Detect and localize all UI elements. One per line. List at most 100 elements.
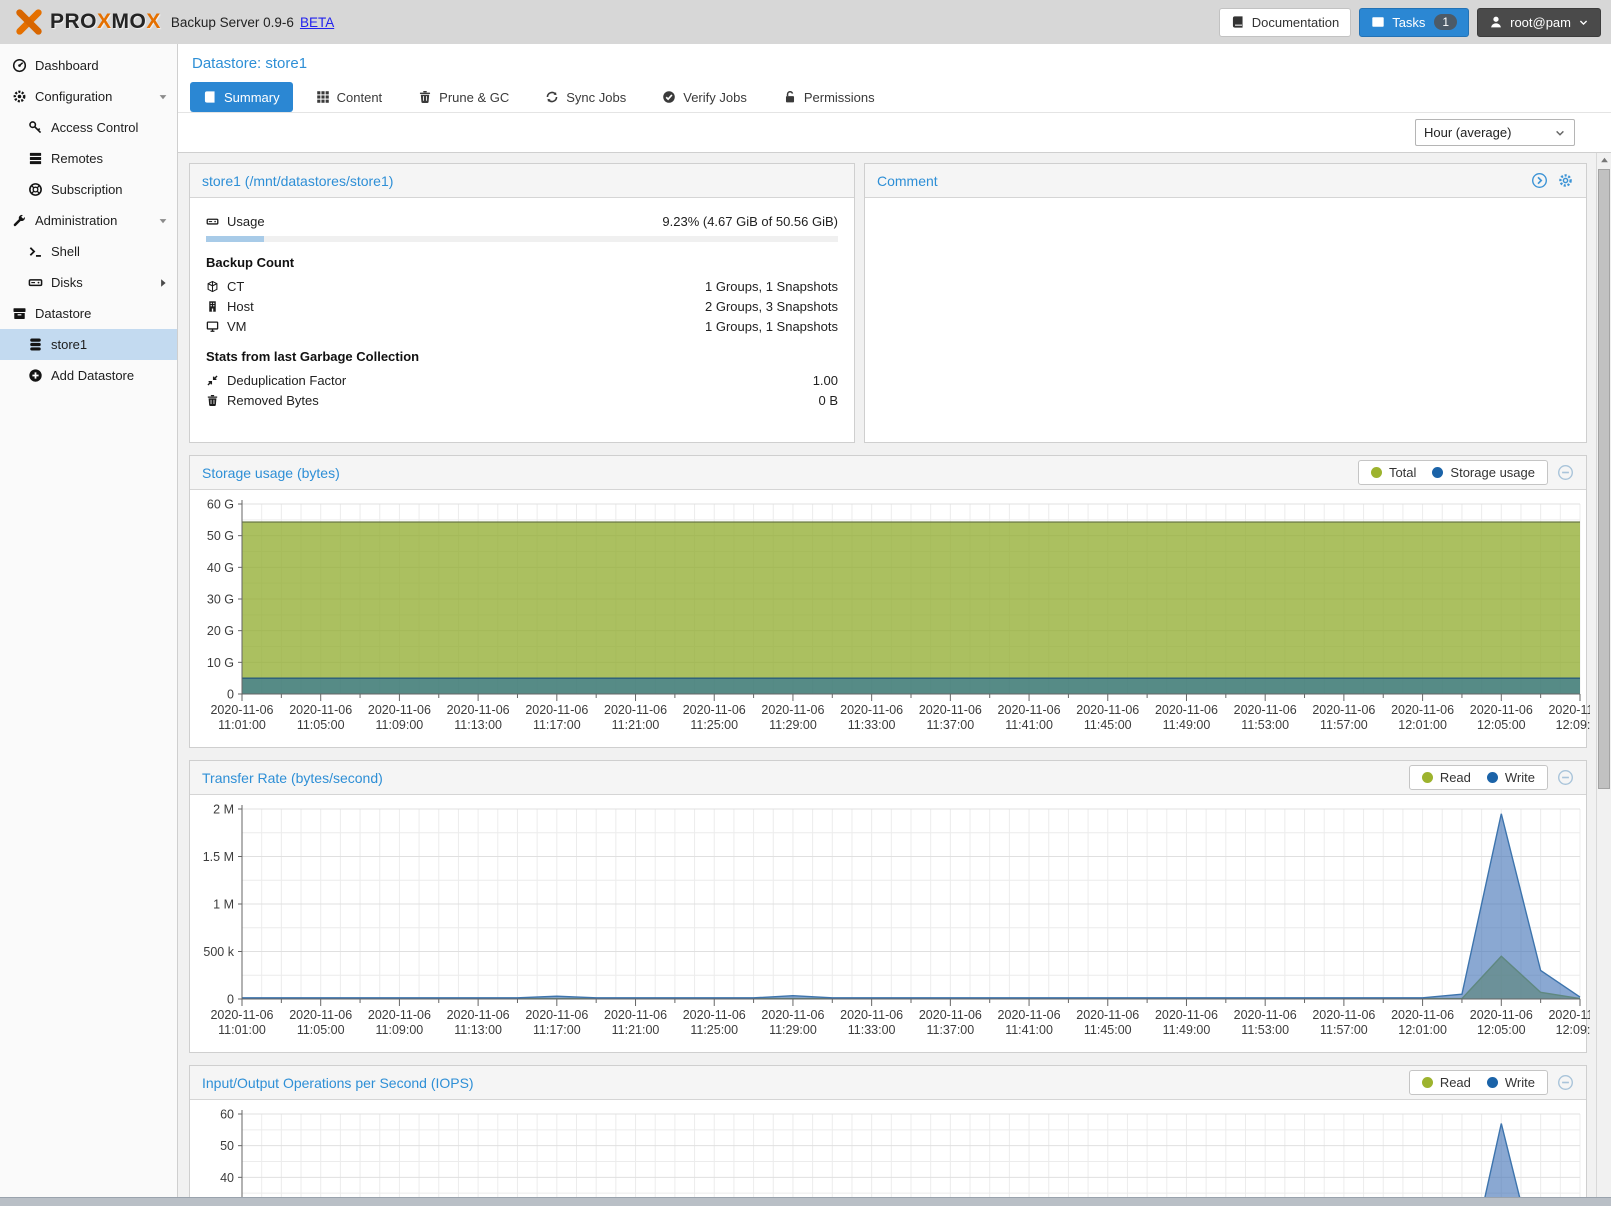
sidebar-item-access-control[interactable]: Access Control bbox=[0, 112, 177, 143]
backup-count-value: 1 Groups, 1 Snapshots bbox=[705, 319, 838, 334]
scrollbar-thumb[interactable] bbox=[1598, 169, 1610, 789]
tab-content[interactable]: Content bbox=[303, 82, 396, 112]
check-circle-icon bbox=[662, 90, 676, 104]
archive-icon bbox=[12, 306, 27, 321]
sidebar-item-label: Configuration bbox=[35, 89, 112, 104]
expand-circle-icon[interactable] bbox=[1531, 172, 1548, 189]
sidebar-item-disks[interactable]: Disks bbox=[0, 267, 177, 298]
svg-text:2020-11-0611:37:00: 2020-11-0611:37:00 bbox=[919, 1008, 982, 1037]
tab-permissions[interactable]: Permissions bbox=[770, 82, 888, 112]
trash-icon bbox=[206, 394, 219, 407]
svg-text:2020-11-0611:41:00: 2020-11-0611:41:00 bbox=[998, 1008, 1061, 1037]
svg-text:2020-11-0611:49:00: 2020-11-0611:49:00 bbox=[1155, 703, 1218, 732]
hdd-icon bbox=[28, 275, 43, 290]
documentation-button[interactable]: Documentation bbox=[1219, 8, 1351, 37]
title-bar: Datastore: store1 bbox=[178, 44, 1611, 82]
sidebar-item-remotes[interactable]: Remotes bbox=[0, 143, 177, 174]
chart-plot-area: 0500 k1 M1.5 M2 M2020-11-0611:01:002020-… bbox=[190, 795, 1586, 1052]
svg-text:2020-11-0611:05:00: 2020-11-0611:05:00 bbox=[289, 1008, 352, 1037]
sidebar-item-label: Administration bbox=[35, 213, 117, 228]
svg-text:2020-11-0611:33:00: 2020-11-0611:33:00 bbox=[840, 703, 903, 732]
legend-dot bbox=[1422, 772, 1433, 783]
transfer-chart-panel: Transfer Rate (bytes/second)ReadWrite050… bbox=[189, 760, 1587, 1053]
tab-verify-jobs[interactable]: Verify Jobs bbox=[649, 82, 760, 112]
minus-circle-icon[interactable] bbox=[1557, 1074, 1574, 1091]
sidebar-item-shell[interactable]: Shell bbox=[0, 236, 177, 267]
iops-chart-panel: Input/Output Operations per Second (IOPS… bbox=[189, 1065, 1587, 1206]
beta-link[interactable]: BETA bbox=[300, 15, 334, 30]
svg-text:2020-11-0611:01:00: 2020-11-0611:01:00 bbox=[210, 1008, 273, 1037]
chart-title: Storage usage (bytes) bbox=[202, 465, 340, 481]
legend-item-storage-usage[interactable]: Storage usage bbox=[1432, 465, 1535, 480]
cube-icon bbox=[206, 280, 219, 293]
chart-legend: Read Write bbox=[1409, 1070, 1548, 1095]
tab-prune-gc[interactable]: Prune & GC bbox=[405, 82, 522, 112]
sidebar-item-add-datastore[interactable]: Add Datastore bbox=[0, 360, 177, 391]
sidebar-item-administration[interactable]: Administration bbox=[0, 205, 177, 236]
sidebar-item-datastore[interactable]: Datastore bbox=[0, 298, 177, 329]
key-icon bbox=[28, 120, 43, 135]
time-range-select[interactable]: Hour (average) bbox=[1415, 119, 1575, 146]
gear-icon[interactable] bbox=[1557, 172, 1574, 189]
backup-count-row-ct: CT1 Groups, 1 Snapshots bbox=[206, 276, 838, 296]
legend-item-write[interactable]: Write bbox=[1487, 770, 1535, 785]
svg-text:60 G: 60 G bbox=[207, 498, 234, 512]
legend-item-write[interactable]: Write bbox=[1487, 1075, 1535, 1090]
legend-item-read[interactable]: Read bbox=[1422, 770, 1471, 785]
backup-count-row-vm: VM1 Groups, 1 Snapshots bbox=[206, 316, 838, 336]
scroll-up-arrow-icon[interactable] bbox=[1600, 156, 1609, 165]
sidebar-item-dashboard[interactable]: Dashboard bbox=[0, 50, 177, 81]
plus-circle-icon bbox=[28, 368, 43, 383]
svg-text:2020-11-0611:49:00: 2020-11-0611:49:00 bbox=[1155, 1008, 1218, 1037]
usage-progressbar bbox=[206, 236, 838, 242]
svg-text:40: 40 bbox=[220, 1171, 234, 1185]
chart-legend: Total Storage usage bbox=[1358, 460, 1548, 485]
legend-item-total[interactable]: Total bbox=[1371, 465, 1416, 480]
svg-text:2020-11-0611:45:00: 2020-11-0611:45:00 bbox=[1076, 1008, 1139, 1037]
svg-text:2020-11-0611:13:00: 2020-11-0611:13:00 bbox=[447, 703, 510, 732]
chart-title: Input/Output Operations per Second (IOPS… bbox=[202, 1075, 474, 1091]
svg-text:2020-11-0611:25:00: 2020-11-0611:25:00 bbox=[683, 1008, 746, 1037]
comment-panel: Comment bbox=[864, 163, 1587, 443]
wrench-icon bbox=[12, 213, 27, 228]
svg-text:2020-11-0612:09:00: 2020-11-0612:09:00 bbox=[1548, 703, 1590, 732]
proxmox-x-icon bbox=[14, 7, 44, 37]
page-title: Datastore: store1 bbox=[192, 55, 307, 72]
datastore-summary-panel: store1 (/mnt/datastores/store1) Usage 9.… bbox=[189, 163, 855, 443]
svg-text:2020-11-0611:45:00: 2020-11-0611:45:00 bbox=[1076, 703, 1139, 732]
sidebar-item-subscription[interactable]: Subscription bbox=[0, 174, 177, 205]
proxmox-logo: PROXMOX bbox=[14, 7, 161, 37]
sidebar-item-label: Subscription bbox=[51, 182, 123, 197]
svg-text:2020-11-0611:05:00: 2020-11-0611:05:00 bbox=[289, 703, 352, 732]
sync-icon bbox=[545, 90, 559, 104]
legend-dot bbox=[1487, 1077, 1498, 1088]
comment-body[interactable] bbox=[865, 198, 1586, 442]
backup-count-value: 2 Groups, 3 Snapshots bbox=[705, 299, 838, 314]
sidebar: Dashboard Configuration Access ControlRemo… bbox=[0, 44, 178, 1206]
svg-text:2020-11-0612:01:00: 2020-11-0612:01:00 bbox=[1391, 703, 1454, 732]
legend-item-read[interactable]: Read bbox=[1422, 1075, 1471, 1090]
rows-icon bbox=[28, 151, 43, 166]
minus-circle-icon[interactable] bbox=[1557, 464, 1574, 481]
legend-dot bbox=[1371, 467, 1382, 478]
svg-text:0: 0 bbox=[227, 688, 234, 702]
user-menu-button[interactable]: root@pam bbox=[1477, 8, 1601, 37]
svg-text:0: 0 bbox=[227, 993, 234, 1007]
svg-text:2020-11-0611:09:00: 2020-11-0611:09:00 bbox=[368, 1008, 431, 1037]
usage-row: Usage 9.23% (4.67 GiB of 50.56 GiB) bbox=[206, 211, 838, 231]
vertical-scrollbar[interactable] bbox=[1596, 153, 1611, 1206]
sidebar-item-store1[interactable]: store1 bbox=[0, 329, 177, 360]
chevron-down-icon bbox=[1578, 17, 1589, 28]
minus-circle-icon[interactable] bbox=[1557, 769, 1574, 786]
chart-legend: Read Write bbox=[1409, 765, 1548, 790]
tasks-button[interactable]: Tasks 1 bbox=[1359, 8, 1469, 37]
tab-sync-jobs[interactable]: Sync Jobs bbox=[532, 82, 639, 112]
gc-stats-heading: Stats from last Garbage Collection bbox=[206, 349, 838, 364]
book-icon bbox=[1231, 15, 1245, 29]
sidebar-item-label: Shell bbox=[51, 244, 80, 259]
chart-plot-area: 01020304050602020-11-0611:01:002020-11-0… bbox=[190, 1100, 1586, 1206]
svg-text:2020-11-0611:41:00: 2020-11-0611:41:00 bbox=[998, 703, 1061, 732]
sidebar-item-configuration[interactable]: Configuration bbox=[0, 81, 177, 112]
storage-chart-panel: Storage usage (bytes) Total Storage usage 0… bbox=[189, 455, 1587, 748]
tab-summary[interactable]: Summary bbox=[190, 82, 293, 112]
